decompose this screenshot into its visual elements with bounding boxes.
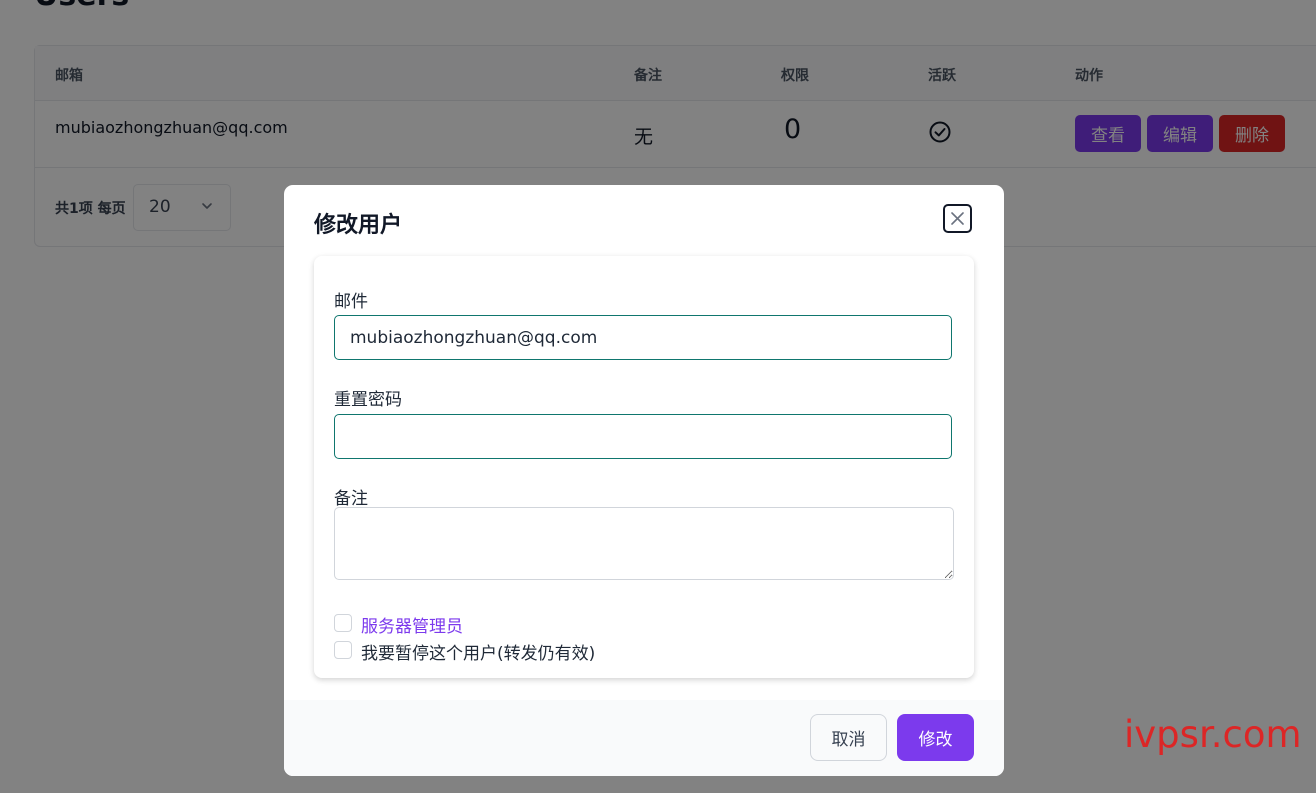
modal-title: 修改用户	[314, 213, 403, 238]
edit-user-modal: 修改用户 邮件 重置密码 备注 服务器管理员 我要暂停这个用户(转发仍有效) 取…	[284, 185, 1004, 776]
close-button[interactable]	[943, 204, 972, 233]
email-field[interactable]	[334, 315, 952, 360]
cancel-button[interactable]: 取消	[810, 714, 887, 761]
note-textarea[interactable]	[334, 507, 954, 580]
suspend-checkbox-label[interactable]: 我要暂停这个用户(转发仍有效)	[361, 639, 595, 664]
password-label: 重置密码	[334, 390, 402, 410]
admin-checkbox[interactable]	[334, 614, 352, 632]
close-icon	[951, 212, 964, 225]
note-label: 备注	[334, 489, 368, 509]
password-field[interactable]	[334, 414, 952, 459]
admin-checkbox-label[interactable]: 服务器管理员	[361, 612, 463, 637]
submit-button[interactable]: 修改	[897, 714, 974, 761]
email-label: 邮件	[334, 292, 368, 312]
watermark: ivpsr.com	[1124, 713, 1302, 756]
modal-footer: 取消 修改	[284, 700, 1004, 776]
suspend-checkbox[interactable]	[334, 641, 352, 659]
edit-user-form: 邮件 重置密码 备注 服务器管理员 我要暂停这个用户(转发仍有效)	[314, 256, 974, 678]
